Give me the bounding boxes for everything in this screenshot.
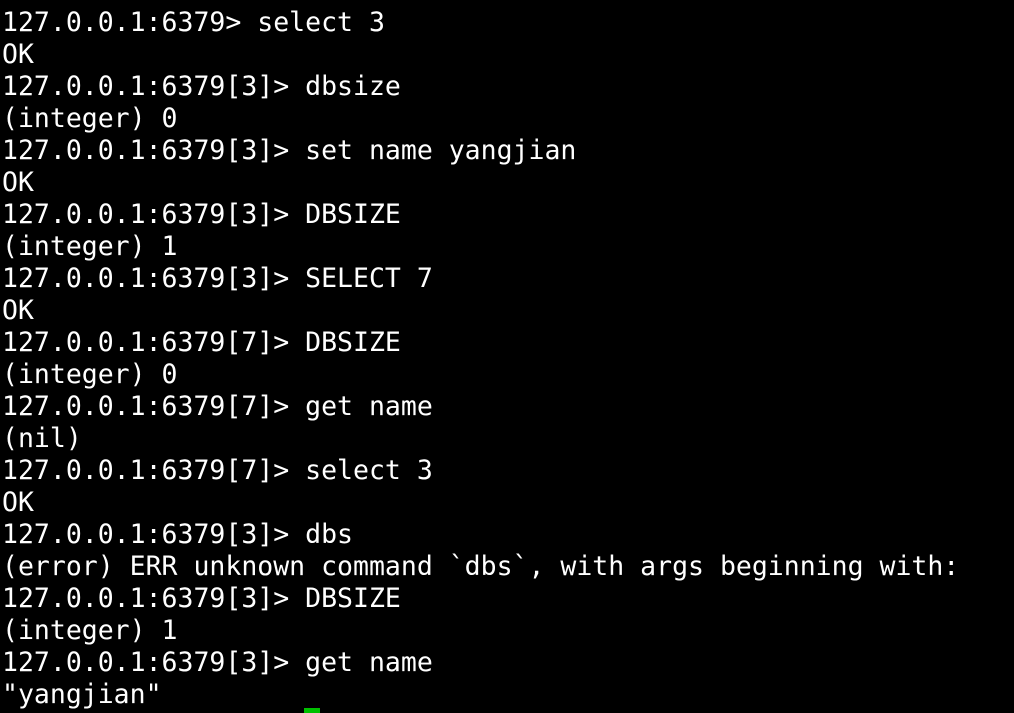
terminal-line: 127.0.0.1:6379[3]> dbsize (2, 71, 401, 102)
terminal-line: 127.0.0.1:6379> select 3 (2, 7, 385, 38)
terminal-line: (integer) 0 (2, 103, 178, 134)
terminal-line: 127.0.0.1:6379[3]> get name (2, 647, 433, 678)
terminal-line: 127.0.0.1:6379[3]> set name yangjian (2, 135, 577, 166)
terminal-line: 127.0.0.1:6379[3]> DBSIZE (2, 583, 401, 614)
terminal-line: 127.0.0.1:6379[7]> get name (2, 391, 433, 422)
terminal-line: (integer) 0 (2, 359, 178, 390)
terminal-window[interactable]: 127.0.0.1:6379> select 3 OK 127.0.0.1:63… (0, 0, 1014, 713)
terminal-line: (integer) 1 (2, 615, 178, 646)
terminal-line: 127.0.0.1:6379[7]> DBSIZE (2, 327, 401, 358)
terminal-line: 127.0.0.1:6379[7]> select 3 (2, 455, 433, 486)
terminal-line: "yangjian" (2, 679, 162, 710)
terminal-line: OK (2, 39, 34, 70)
terminal-cursor (304, 708, 320, 713)
terminal-line: 127.0.0.1:6379[3]> dbs (2, 519, 353, 550)
terminal-line: OK (2, 295, 34, 326)
terminal-line: OK (2, 167, 34, 198)
terminal-line: (error) ERR unknown command `dbs`, with … (2, 551, 960, 582)
terminal-line: (integer) 1 (2, 231, 178, 262)
terminal-line: (nil) (2, 423, 82, 454)
terminal-line: 127.0.0.1:6379[3]> SELECT 7 (2, 263, 433, 294)
terminal-line: OK (2, 487, 34, 518)
terminal-line: 127.0.0.1:6379[3]> DBSIZE (2, 199, 401, 230)
